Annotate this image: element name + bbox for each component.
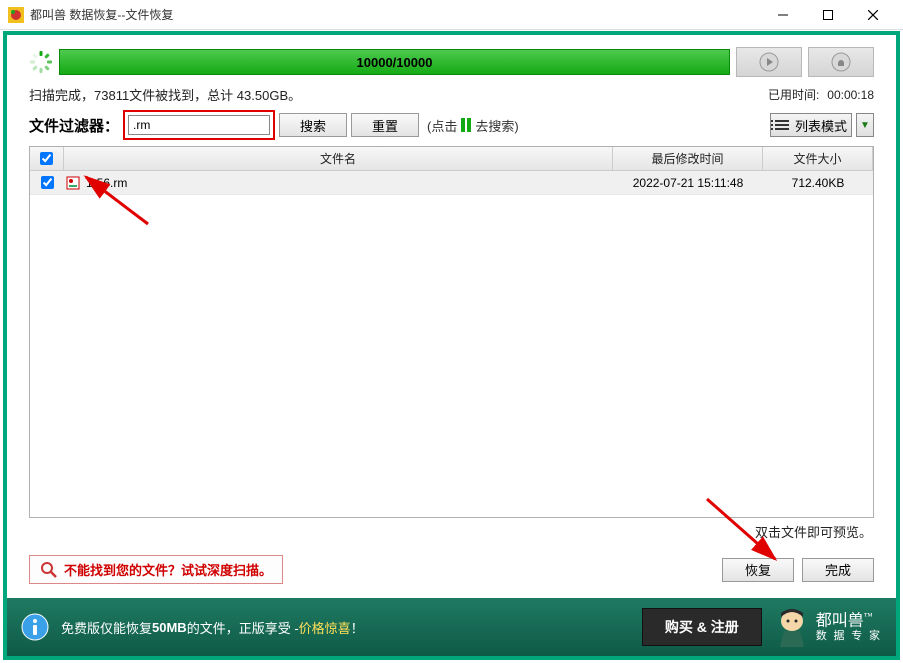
info-icon	[21, 613, 49, 641]
spinner-icon	[29, 50, 53, 74]
minimize-button[interactable]	[760, 0, 805, 30]
buy-register-button[interactable]: 购买 & 注册	[642, 608, 762, 646]
footer-text: 免费版仅能恢复50MB的文件，正版享受 - 价格惊喜！	[61, 618, 364, 637]
preview-hint: 双击文件即可预览。	[755, 525, 872, 540]
progress-bar: 10000/10000	[59, 49, 730, 75]
view-mode-button[interactable]: 列表模式	[770, 113, 852, 137]
scan-status: 扫描完成，73811文件被找到，总计 43.50GB。	[29, 85, 760, 104]
deep-scan-text: 不能找到您的文件？试试深度扫描。	[64, 560, 272, 579]
cell-filename: 1-56.rm	[82, 176, 613, 190]
maximize-button[interactable]	[805, 0, 850, 30]
column-size[interactable]: 文件大小	[763, 147, 873, 170]
file-table: 文件名 最后修改时间 文件大小 1-56.rm 2022-07-21 15:11…	[29, 146, 874, 518]
search-button[interactable]: 搜索	[279, 113, 347, 137]
mascot-icon	[774, 607, 810, 647]
recover-button[interactable]: 恢复	[722, 558, 794, 582]
column-modified[interactable]: 最后修改时间	[613, 147, 763, 170]
row-checkbox[interactable]	[41, 176, 54, 189]
app-icon	[8, 7, 24, 23]
magnifier-icon	[40, 561, 58, 579]
filter-input[interactable]	[128, 115, 270, 135]
cell-size: 712.40KB	[763, 176, 873, 190]
close-button[interactable]	[850, 0, 895, 30]
filter-label: 文件过滤器：	[29, 115, 119, 136]
filter-highlight	[123, 110, 275, 140]
reset-button[interactable]: 重置	[351, 113, 419, 137]
done-button[interactable]: 完成	[802, 558, 874, 582]
select-all-checkbox[interactable]	[40, 152, 53, 165]
brand-logo: 都叫兽™ 数 据 专 家	[774, 607, 882, 647]
search-hint: (点击 去搜索)	[427, 116, 519, 135]
pause-icon	[461, 118, 471, 132]
window-title: 都叫兽 数据恢复--文件恢复	[30, 6, 760, 23]
elapsed-label: 已用时间:	[768, 86, 819, 103]
list-icon	[775, 120, 789, 130]
column-filename[interactable]: 文件名	[64, 147, 613, 170]
table-row[interactable]: 1-56.rm 2022-07-21 15:11:48 712.40KB	[30, 171, 873, 195]
file-icon	[64, 176, 82, 190]
play-button[interactable]	[736, 47, 802, 77]
cell-date: 2022-07-21 15:11:48	[613, 176, 763, 190]
progress-text: 10000/10000	[357, 55, 433, 70]
view-mode-dropdown[interactable]: ▼	[856, 113, 874, 137]
elapsed-value: 00:00:18	[827, 88, 874, 102]
header-checkbox-cell	[30, 147, 64, 170]
deep-scan-link[interactable]: 不能找到您的文件？试试深度扫描。	[29, 555, 283, 584]
stop-button[interactable]	[808, 47, 874, 77]
view-mode-label: 列表模式	[795, 116, 847, 135]
